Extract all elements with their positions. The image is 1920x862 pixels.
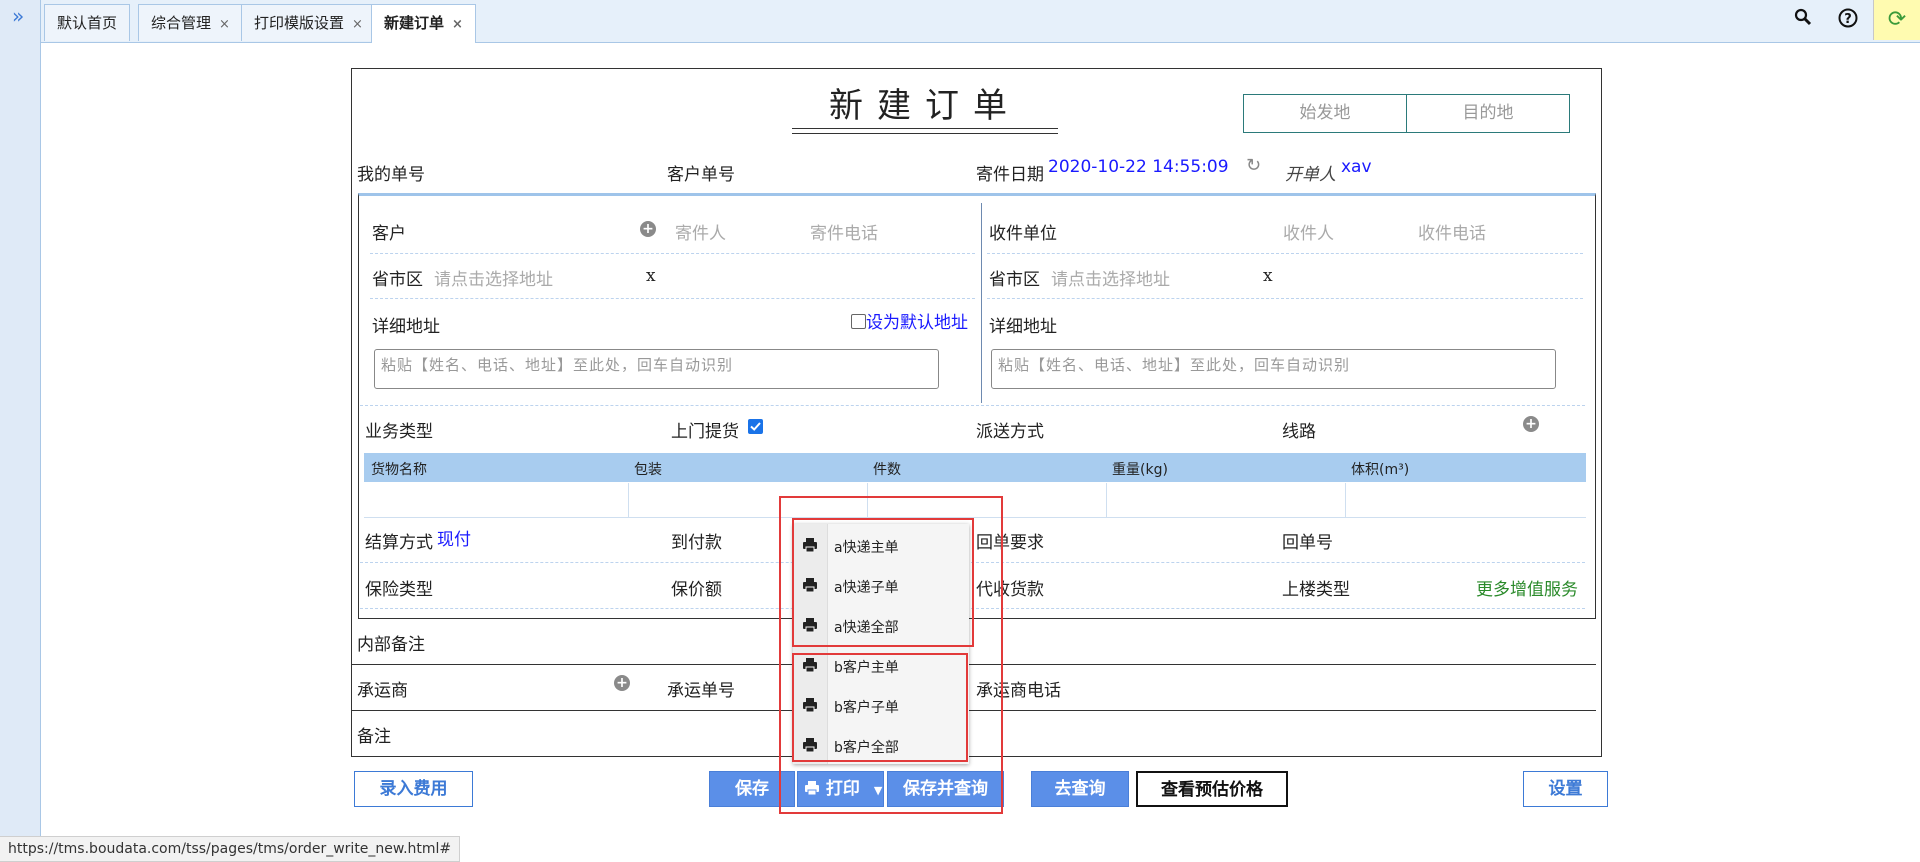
refresh-date-icon[interactable]: ↻ — [1246, 155, 1261, 176]
stairs-type-label: 上楼类型 — [1282, 580, 1350, 600]
goods-cell-divider — [1106, 483, 1107, 517]
ship-date-value[interactable]: 2020-10-22 14:55:09 — [1048, 157, 1229, 177]
add-customer-icon[interactable]: + — [640, 221, 656, 237]
sender-paste-textarea[interactable]: 粘贴【姓名、电话、地址】至此处，回车自动识别 — [374, 349, 939, 389]
svg-text:?: ? — [1844, 12, 1852, 27]
pickup-checkbox[interactable] — [748, 419, 763, 434]
receiver-unit-label: 收件单位 — [989, 224, 1057, 244]
col-quantity: 件数 — [873, 462, 901, 478]
ship-date-label: 寄件日期 — [976, 165, 1044, 185]
sender-phone-field[interactable]: 寄件电话 — [810, 219, 878, 244]
default-address-label: 设为默认地址 — [866, 313, 968, 333]
col-volume: 体积(m³) — [1351, 462, 1410, 478]
route-selector: 始发地 目的地 — [1243, 94, 1570, 133]
sender-receiver-divider — [981, 203, 982, 403]
goods-table-header: 货物名称 包装 件数 重量(kg) 体积(m³) — [364, 453, 1586, 482]
sender-region-field[interactable]: 请点击选择地址 — [434, 265, 553, 290]
tab-label: 打印模版设置 — [254, 14, 345, 32]
estimate-price-button[interactable]: 查看预估价格 — [1136, 771, 1288, 807]
business-type-label: 业务类型 — [365, 422, 433, 442]
creator-value: xav — [1341, 157, 1372, 177]
creator-label: 开单人 — [1285, 165, 1336, 185]
left-sidebar-strip: » — [0, 0, 41, 862]
goods-cell-divider — [628, 483, 629, 517]
customer-label: 客户 — [372, 224, 406, 244]
close-icon[interactable]: × — [352, 17, 363, 32]
receiver-region-field[interactable]: 请点击选择地址 — [1051, 265, 1170, 290]
internal-note-label: 内部备注 — [357, 635, 425, 655]
route-label: 线路 — [1282, 422, 1316, 442]
close-icon[interactable]: × — [452, 17, 463, 32]
col-goods-name: 货物名称 — [371, 462, 427, 478]
help-icon[interactable]: ? — [1838, 8, 1858, 33]
sender-field[interactable]: 寄件人 — [675, 219, 726, 244]
customer-order-no-label: 客户单号 — [667, 165, 735, 185]
col-weight: 重量(kg) — [1112, 462, 1168, 478]
receipt-no-label: 回单号 — [1282, 533, 1333, 553]
tab-general-management[interactable]: 综合管理 × — [138, 4, 243, 41]
note-label: 备注 — [357, 727, 391, 747]
receiver-region-label: 省市区 — [989, 270, 1040, 290]
more-services-link[interactable]: 更多增值服务 — [1476, 575, 1578, 600]
settlement-value[interactable]: 现付 — [437, 525, 471, 550]
receiver-paste-textarea[interactable]: 粘贴【姓名、电话、地址】至此处，回车自动识别 — [991, 349, 1556, 389]
carrier-label: 承运商 — [357, 681, 408, 701]
title-underline — [792, 128, 1058, 134]
default-address-checkbox[interactable] — [851, 314, 866, 329]
receiver-field[interactable]: 收件人 — [1283, 219, 1334, 244]
insured-amount-label: 保价额 — [671, 580, 722, 600]
pickup-label: 上门提货 — [671, 422, 739, 442]
origin-field[interactable]: 始发地 — [1244, 95, 1407, 132]
destination-field[interactable]: 目的地 — [1407, 95, 1569, 132]
query-button[interactable]: 去查询 — [1031, 771, 1129, 807]
tab-label: 综合管理 — [151, 14, 212, 32]
search-icon[interactable] — [1794, 8, 1812, 31]
delivery-method-label: 派送方式 — [976, 422, 1044, 442]
page-title: 新建订单 — [829, 86, 1021, 126]
clear-sender-region-icon[interactable]: x — [646, 266, 656, 286]
receiver-detail-label: 详细地址 — [989, 317, 1057, 337]
refresh-icon[interactable]: ⟳ — [1873, 0, 1920, 40]
sender-detail-label: 详细地址 — [372, 317, 440, 337]
tab-home[interactable]: 默认首页 — [44, 4, 131, 41]
goods-cell-divider — [1345, 483, 1346, 517]
tab-print-template-settings[interactable]: 打印模版设置 × — [241, 4, 376, 41]
receiver-phone-field[interactable]: 收件电话 — [1418, 219, 1486, 244]
add-carrier-icon[interactable]: + — [614, 675, 630, 691]
clear-receiver-region-icon[interactable]: x — [1263, 266, 1273, 286]
settings-button[interactable]: 设置 — [1523, 771, 1608, 807]
status-url: https://tms.boudata.com/tss/pages/tms/or… — [0, 836, 461, 862]
set-default-address[interactable]: 设为默认地址 — [851, 308, 968, 333]
close-icon[interactable]: × — [219, 17, 230, 32]
tab-label: 默认首页 — [57, 14, 118, 32]
my-order-no-label: 我的单号 — [357, 165, 425, 185]
sender-region-label: 省市区 — [372, 270, 423, 290]
tab-new-order[interactable]: 新建订单 × — [371, 4, 476, 43]
cod-label: 到付款 — [671, 533, 722, 553]
add-route-icon[interactable]: + — [1523, 416, 1539, 432]
enter-fee-button[interactable]: 录入费用 — [354, 771, 473, 807]
settlement-label: 结算方式 — [365, 533, 433, 553]
carrier-no-label: 承运单号 — [667, 681, 735, 701]
col-package: 包装 — [634, 462, 662, 478]
group-a-highlight — [792, 518, 974, 647]
expand-sidebar-icon[interactable]: » — [12, 4, 24, 28]
group-b-highlight — [792, 653, 968, 762]
insurance-type-label: 保险类型 — [365, 580, 433, 600]
tab-label: 新建订单 — [384, 14, 445, 32]
